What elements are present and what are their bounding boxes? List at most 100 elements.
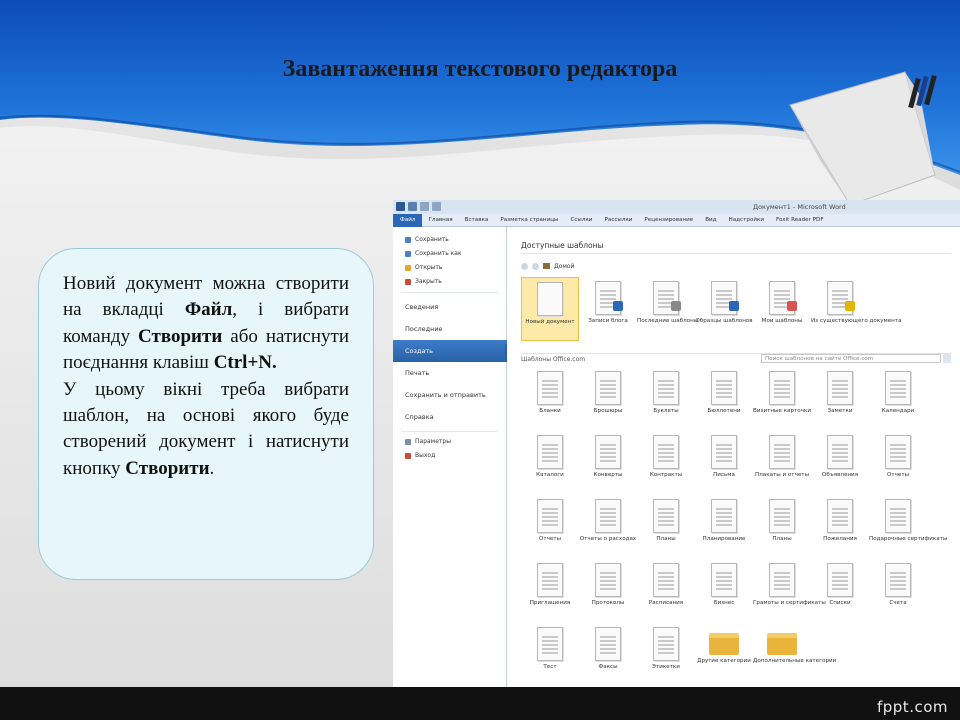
menu-item-label: Закрыть: [415, 278, 442, 285]
backstage-section[interactable]: Печать: [393, 362, 506, 384]
template-label: Этикетки: [652, 664, 680, 670]
ribbon-tab[interactable]: Вставка: [459, 217, 495, 223]
template-tile[interactable]: Последние шаблоны: [637, 277, 698, 341]
office-template-tile[interactable]: Объявления: [811, 431, 869, 495]
template-badge-icon: [787, 301, 797, 311]
ribbon-tab[interactable]: Главная: [422, 217, 458, 223]
office-template-tile[interactable]: Расписания: [637, 559, 695, 623]
office-templates-bar: Шаблоны Office.com Поиск шаблонов на сай…: [521, 353, 951, 363]
ribbon-tab[interactable]: Рассылки: [598, 217, 638, 223]
menu-item-exit[interactable]: Выход: [393, 449, 506, 463]
word-titlebar: Документ1 - Microsoft Word: [393, 200, 960, 214]
template-tile[interactable]: Мои шаблоны: [753, 277, 811, 341]
template-label: Новый документ: [525, 319, 575, 325]
search-arrow-icon[interactable]: [943, 354, 951, 363]
office-template-tile[interactable]: Планы: [637, 495, 695, 559]
menu-item-label: Открыть: [415, 264, 443, 271]
office-template-tile[interactable]: Протоколы: [579, 559, 637, 623]
quick-access-toolbar: [396, 202, 441, 211]
office-template-tile[interactable]: Отчеты: [521, 495, 579, 559]
office-template-tile[interactable]: Визитные карточки: [753, 367, 811, 431]
ribbon-tab[interactable]: Разметка страницы: [494, 217, 564, 223]
forward-icon[interactable]: [532, 262, 539, 270]
office-template-tile[interactable]: Календари: [869, 367, 927, 431]
save-icon[interactable]: [408, 202, 417, 211]
ribbon-tab[interactable]: Ссылки: [564, 217, 598, 223]
template-label: Расписания: [648, 600, 684, 606]
template-label: Отчеты о расходах: [579, 536, 637, 542]
home-link[interactable]: Домой: [554, 263, 574, 270]
office-template-tile[interactable]: Факсы: [579, 623, 637, 687]
ribbon-tab[interactable]: Вид: [699, 217, 722, 223]
office-template-tile[interactable]: Письма: [695, 431, 753, 495]
template-badge-icon: [671, 301, 681, 311]
backstage-section[interactable]: Сведения: [393, 296, 506, 318]
backstage-section[interactable]: Создать: [393, 340, 513, 362]
menu-item-close-doc[interactable]: Закрыть: [393, 275, 506, 289]
template-badge-icon: [729, 301, 739, 311]
menu-item-save[interactable]: Сохранить: [393, 233, 506, 247]
office-template-tile[interactable]: Дополнительные категории: [753, 623, 836, 687]
ribbon-tab[interactable]: Надстройки: [723, 217, 770, 223]
office-template-tile[interactable]: Подарочные сертификаты: [869, 495, 947, 559]
ribbon-tab[interactable]: Файл: [393, 213, 423, 227]
callout-paragraph-2: У цьому вікні треба вибрати шаблон, на о…: [63, 378, 349, 479]
template-label: Записи блога: [588, 318, 628, 324]
office-template-tile[interactable]: Каталоги: [521, 431, 579, 495]
document-icon: [537, 371, 563, 405]
template-label: Бланки: [539, 408, 561, 414]
menu-item-save-as[interactable]: Сохранить как: [393, 247, 506, 261]
office-template-tile[interactable]: Другие категории: [695, 623, 753, 687]
office-template-tile[interactable]: Этикетки: [637, 623, 695, 687]
document-icon: [595, 563, 621, 597]
office-template-tile[interactable]: Грамоты и сертификаты: [753, 559, 826, 623]
office-template-tile[interactable]: Брошюры: [579, 367, 637, 431]
document-icon: [769, 371, 795, 405]
undo-icon[interactable]: [420, 202, 429, 211]
template-label: Бизнес: [713, 600, 735, 606]
office-template-tile[interactable]: Отчеты: [869, 431, 927, 495]
template-tile[interactable]: Из существующего документа: [811, 277, 902, 341]
office-template-tile[interactable]: Буклеты: [637, 367, 695, 431]
ribbon-tab[interactable]: Рецензирование: [638, 217, 699, 223]
document-icon: [885, 435, 911, 469]
backstage-section[interactable]: Последние: [393, 318, 506, 340]
office-template-tile[interactable]: Конверты: [579, 431, 637, 495]
menu-item-label: Параметры: [415, 438, 451, 445]
office-template-tile[interactable]: Приглашения: [521, 559, 579, 623]
office-template-tile[interactable]: Планы: [753, 495, 811, 559]
backstage-section[interactable]: Справка: [393, 406, 506, 428]
office-template-tile[interactable]: Тест: [521, 623, 579, 687]
template-tile[interactable]: Новый документ: [521, 277, 579, 341]
office-template-tile[interactable]: Планирование: [695, 495, 753, 559]
menu-item-options[interactable]: Параметры: [393, 435, 506, 449]
office-template-tile[interactable]: Заметки: [811, 367, 869, 431]
office-template-tile[interactable]: Плакаты и отчеты: [753, 431, 811, 495]
office-template-tile[interactable]: Списки: [811, 559, 869, 623]
office-template-tile[interactable]: Пожелания: [811, 495, 869, 559]
office-template-tile[interactable]: Счета: [869, 559, 927, 623]
document-icon: [653, 627, 679, 661]
home-icon[interactable]: [543, 263, 550, 269]
ribbon-tab[interactable]: Foxit Reader PDF: [770, 217, 830, 223]
template-label: Визитные карточки: [753, 408, 811, 414]
template-label: Списки: [829, 600, 851, 606]
template-tile[interactable]: Записи блога: [579, 277, 637, 341]
template-search-input[interactable]: Поиск шаблонов на сайте Office.com: [761, 354, 941, 363]
document-icon: [769, 499, 795, 533]
office-template-tile[interactable]: Бюллетени: [695, 367, 753, 431]
office-template-tile[interactable]: Отчеты о расходах: [579, 495, 637, 559]
template-label: Факсы: [598, 664, 618, 670]
slide-title: Завантаження текстового редактора: [282, 56, 678, 82]
template-tile[interactable]: Образцы шаблонов: [695, 277, 753, 341]
menu-item-open-folder[interactable]: Открыть: [393, 261, 506, 275]
back-icon[interactable]: [521, 262, 528, 270]
document-icon: [653, 499, 679, 533]
office-template-tile[interactable]: Бланки: [521, 367, 579, 431]
ribbon-tabs: Файл Главная Вставка Разметка страницы Ссылк…: [393, 213, 960, 227]
redo-icon[interactable]: [432, 202, 441, 211]
office-template-tile[interactable]: Контракты: [637, 431, 695, 495]
office-template-tile[interactable]: Бизнес: [695, 559, 753, 623]
backstage-section[interactable]: Сохранить и отправить: [393, 384, 506, 406]
template-label: Контракты: [649, 472, 683, 478]
